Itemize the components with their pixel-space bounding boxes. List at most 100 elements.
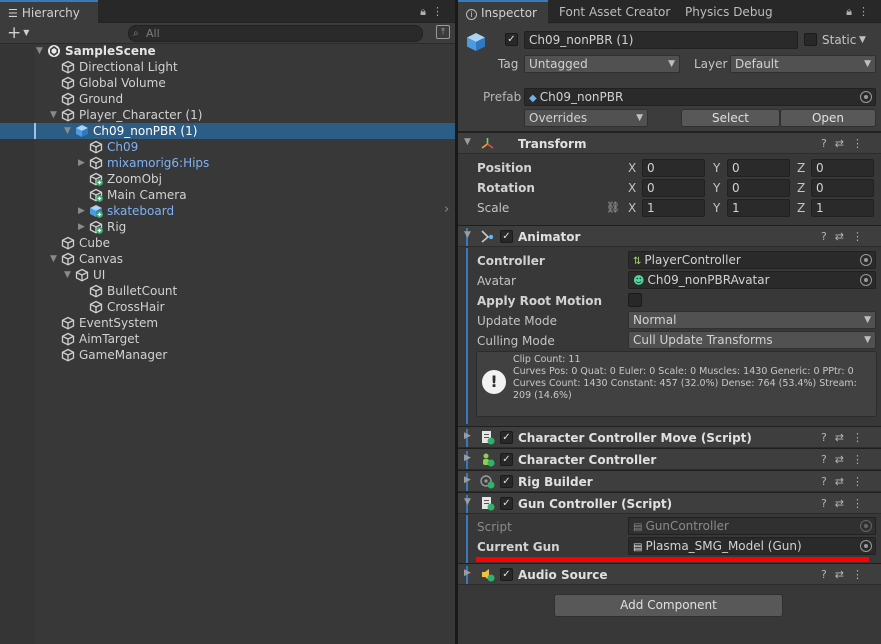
more-menu-icon[interactable]: ⋮ bbox=[432, 5, 449, 18]
tab-physics-debug[interactable]: Physics Debug bbox=[677, 0, 781, 24]
tab-font-asset-creator[interactable]: Font Asset Creator bbox=[551, 0, 678, 24]
hierarchy-item[interactable]: CrossHair bbox=[0, 299, 455, 315]
presets-icon[interactable]: ⇄ bbox=[835, 431, 852, 444]
presets-icon[interactable]: ⇄ bbox=[835, 497, 852, 510]
foldout-open-icon[interactable]: ▼ bbox=[36, 43, 43, 59]
tag-dropdown[interactable]: Untagged ▼ bbox=[524, 55, 680, 73]
presets-icon[interactable]: ⇄ bbox=[835, 453, 852, 466]
transform-rotation-x-field[interactable]: 0 bbox=[642, 179, 705, 197]
transform-position-x-field[interactable]: 0 bbox=[642, 159, 705, 177]
transform-scale-y-field[interactable]: 1 bbox=[727, 199, 790, 217]
avatar-field[interactable]: ☻ Ch09_nonPBRAvatar bbox=[628, 271, 876, 289]
help-icon[interactable]: ? bbox=[821, 568, 835, 581]
more-menu-icon[interactable]: ⋮ bbox=[852, 568, 871, 581]
help-icon[interactable]: ? bbox=[821, 137, 835, 150]
search-input[interactable]: ⌕ All bbox=[128, 25, 423, 42]
scene-visibility-icon[interactable]: ⤒ bbox=[436, 25, 450, 39]
hierarchy-item[interactable]: ▼ Player_Character (1) bbox=[0, 107, 455, 123]
character-controller-header[interactable]: ▶ ✓ Character Controller ?⇄⋮ bbox=[458, 448, 881, 470]
hierarchy-item[interactable]: Cube bbox=[0, 235, 455, 251]
hierarchy-item[interactable]: Main Camera bbox=[0, 187, 455, 203]
hierarchy-item[interactable]: EventSystem bbox=[0, 315, 455, 331]
hierarchy-item[interactable]: GameManager bbox=[0, 347, 455, 363]
hierarchy-item[interactable]: BulletCount bbox=[0, 283, 455, 299]
foldout-closed-icon[interactable]: ▶ bbox=[78, 155, 85, 171]
object-picker-icon[interactable] bbox=[860, 540, 872, 552]
transform-rotation-z-field[interactable]: 0 bbox=[811, 179, 874, 197]
add-component-button[interactable]: Add Component bbox=[554, 594, 783, 617]
enabled-checkbox[interactable]: ✓ bbox=[500, 431, 513, 444]
help-icon[interactable]: ? bbox=[821, 453, 835, 466]
constrain-proportions-icon[interactable]: ⛓ bbox=[606, 200, 620, 216]
audio-source-header[interactable]: ▶ ✓ Audio Source ?⇄⋮ bbox=[458, 563, 881, 585]
prefab-field[interactable]: ◆ Ch09_nonPBR bbox=[524, 88, 876, 106]
apply-root-motion-checkbox[interactable] bbox=[628, 293, 642, 307]
presets-icon[interactable]: ⇄ bbox=[835, 137, 852, 150]
foldout-closed-icon[interactable]: ▶ bbox=[464, 453, 471, 463]
hierarchy-item[interactable]: Directional Light bbox=[0, 59, 455, 75]
help-icon[interactable]: ? bbox=[821, 475, 835, 488]
more-menu-icon[interactable]: ⋮ bbox=[852, 431, 871, 444]
foldout-closed-icon[interactable]: ▶ bbox=[464, 568, 471, 578]
foldout-open-icon[interactable]: ▼ bbox=[50, 251, 57, 267]
hierarchy-item[interactable]: ▼ Ch09_nonPBR (1) bbox=[0, 123, 455, 139]
object-picker-icon[interactable] bbox=[860, 254, 872, 266]
hierarchy-item[interactable]: ▶ Rig bbox=[0, 219, 455, 235]
more-menu-icon[interactable]: ⋮ bbox=[852, 137, 871, 150]
transform-scale-z-field[interactable]: 1 bbox=[811, 199, 874, 217]
hierarchy-item[interactable]: AimTarget bbox=[0, 331, 455, 347]
chevron-right-icon[interactable]: › bbox=[444, 202, 449, 217]
foldout-open-icon[interactable]: ▼ bbox=[50, 107, 57, 123]
presets-icon[interactable]: ⇄ bbox=[835, 230, 852, 243]
static-checkbox[interactable] bbox=[804, 33, 817, 46]
object-name-field[interactable]: Ch09_nonPBR (1) bbox=[524, 31, 798, 49]
hierarchy-item[interactable]: Global Volume bbox=[0, 75, 455, 91]
help-icon[interactable]: ? bbox=[821, 497, 835, 510]
enabled-checkbox[interactable]: ✓ bbox=[500, 568, 513, 581]
presets-icon[interactable]: ⇄ bbox=[835, 475, 852, 488]
hierarchy-item[interactable]: Ground bbox=[0, 91, 455, 107]
hierarchy-item[interactable]: ▶ skateboard bbox=[0, 203, 455, 219]
update-mode-dropdown[interactable]: Normal ▼ bbox=[628, 311, 876, 329]
help-icon[interactable]: ? bbox=[821, 431, 835, 444]
presets-icon[interactable]: ⇄ bbox=[835, 568, 852, 581]
hierarchy-item[interactable]: ▼ UI bbox=[0, 267, 455, 283]
lock-icon[interactable]: 🔒︎ bbox=[846, 5, 858, 18]
object-picker-icon[interactable] bbox=[860, 91, 872, 103]
hierarchy-item[interactable]: ZoomObj bbox=[0, 171, 455, 187]
hierarchy-item[interactable]: Ch09 bbox=[0, 139, 455, 155]
hierarchy-item[interactable]: ▼ SampleScene bbox=[0, 43, 455, 59]
more-menu-icon[interactable]: ⋮ bbox=[858, 5, 875, 18]
more-menu-icon[interactable]: ⋮ bbox=[852, 453, 871, 466]
tab-hierarchy[interactable]: ☰ Hierarchy bbox=[0, 0, 98, 24]
enabled-checkbox[interactable]: ✓ bbox=[500, 453, 513, 466]
layer-dropdown[interactable]: Default ▼ bbox=[730, 55, 876, 73]
transform-component-header[interactable]: ▼ Transform ?⇄⋮ bbox=[458, 132, 881, 154]
transform-scale-x-field[interactable]: 1 bbox=[642, 199, 705, 217]
foldout-open-icon[interactable]: ▼ bbox=[464, 497, 471, 507]
transform-position-z-field[interactable]: 0 bbox=[811, 159, 874, 177]
culling-mode-dropdown[interactable]: Cull Update Transforms ▼ bbox=[628, 331, 876, 349]
foldout-closed-icon[interactable]: ▶ bbox=[78, 219, 85, 235]
foldout-open-icon[interactable]: ▼ bbox=[464, 230, 471, 240]
open-button[interactable]: Open bbox=[780, 109, 876, 127]
animator-component-header[interactable]: ▼ ✓ Animator ?⇄⋮ bbox=[458, 225, 881, 247]
more-menu-icon[interactable]: ⋮ bbox=[852, 475, 871, 488]
hierarchy-item[interactable]: ▶ mixamorig6:Hips bbox=[0, 155, 455, 171]
foldout-open-icon[interactable]: ▼ bbox=[64, 123, 71, 139]
overrides-dropdown[interactable]: Overrides ▼ bbox=[524, 109, 648, 127]
gun-controller-header[interactable]: ▼ ✓ Gun Controller (Script) ?⇄⋮ bbox=[458, 492, 881, 514]
transform-rotation-y-field[interactable]: 0 bbox=[727, 179, 790, 197]
more-menu-icon[interactable]: ⋮ bbox=[852, 230, 871, 243]
static-dropdown-icon[interactable]: ▼ bbox=[859, 32, 866, 48]
hierarchy-item[interactable]: ▼ Canvas bbox=[0, 251, 455, 267]
rig-builder-header[interactable]: ▶ ✓ Rig Builder ?⇄⋮ bbox=[458, 470, 881, 492]
foldout-closed-icon[interactable]: ▶ bbox=[78, 203, 85, 219]
transform-position-y-field[interactable]: 0 bbox=[727, 159, 790, 177]
active-checkbox[interactable]: ✓ bbox=[505, 33, 518, 46]
select-button[interactable]: Select bbox=[681, 109, 780, 127]
tab-inspector[interactable]: i Inspector bbox=[458, 0, 548, 24]
lock-icon[interactable]: 🔒︎ bbox=[420, 5, 432, 18]
more-menu-icon[interactable]: ⋮ bbox=[852, 497, 871, 510]
enabled-checkbox[interactable]: ✓ bbox=[500, 230, 513, 243]
